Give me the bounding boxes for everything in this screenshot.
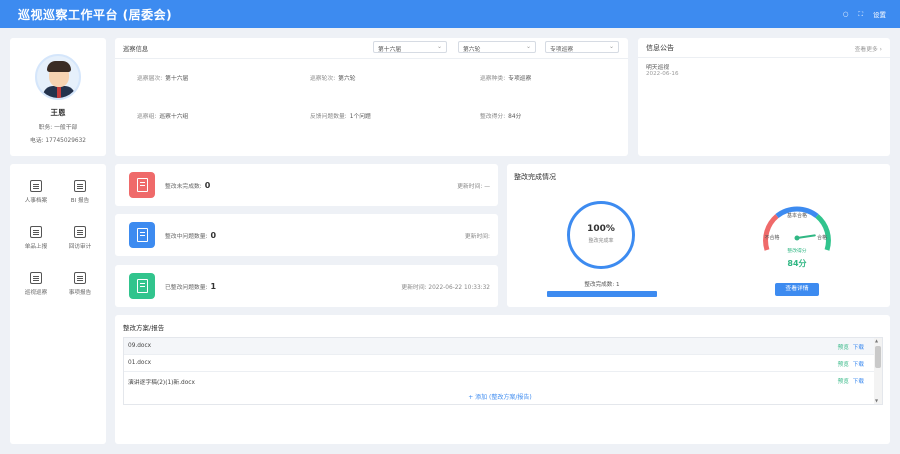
file-icon: [30, 272, 42, 284]
stat-rectified: 已整改问题数量: 1 更新时间: 2022-06-22 10:33:32: [115, 265, 498, 307]
session-select[interactable]: 第十六届 ⌄: [373, 41, 447, 53]
user-phone: 电话: 17745029632: [30, 138, 86, 144]
list-item: 09.docx 预览 下载: [124, 338, 876, 355]
download-link[interactable]: 下载: [853, 362, 864, 368]
notice-more-link[interactable]: 查看更多 ›: [855, 44, 882, 53]
stat-unfinished-value: 0: [204, 181, 211, 190]
list-item: 演讲逐字稿(2)(1)新.docx 预览 下载: [124, 372, 876, 389]
field-round: 巡察轮次: 第六轮: [310, 76, 356, 82]
audit-icon: [74, 226, 86, 238]
refresh-icon[interactable]: ○: [843, 10, 849, 18]
gauge-svg: 基本合格 不合格 合格 整改得分: [763, 206, 831, 254]
rectification-title: 整改完成情况: [514, 173, 556, 181]
person-icon: [74, 272, 86, 284]
completed-count: 整改完成数: 1: [584, 282, 620, 288]
field-session: 巡察届次: 第十六届: [137, 76, 189, 82]
file-name[interactable]: 01.docx: [128, 360, 151, 366]
download-link[interactable]: 下载: [853, 345, 864, 351]
gauge-needle: [796, 234, 816, 239]
stat-unfinished-time: 更新时间: —: [457, 184, 490, 190]
completion-label: 整改完成率: [588, 238, 614, 244]
header-tools: ○ ⛶ 设置: [843, 9, 886, 20]
gauge-label-top: 基本合格: [787, 212, 807, 219]
inspection-info-card: 巡察信息 第十六届 ⌄ 第六轮 ⌄ 专项巡察 ⌄ 巡察届次: 第十六届 巡察轮次: 第六轮…: [115, 38, 628, 156]
menu-item-personnel[interactable]: 人事档案: [16, 180, 56, 204]
gauge-score: 84分: [787, 259, 807, 268]
chevron-right-icon: ›: [879, 47, 882, 53]
stat-unfinished: 整改未完成数: 0 更新时间: —: [115, 164, 498, 206]
gauge-label-sub: 整改得分: [787, 247, 806, 254]
fullscreen-icon[interactable]: ⛶: [858, 10, 863, 19]
view-detail-button[interactable]: 查看详情: [775, 283, 819, 296]
plans-title: 整改方案/报告: [123, 324, 165, 332]
scroll-down-icon: ▼: [875, 398, 879, 403]
file-list: 09.docx 预览 下载 01.docx 预览 下载 演讲逐字稿(2)(1)新.d…: [123, 337, 883, 405]
inspection-title: 巡察信息: [123, 46, 149, 53]
report-icon: [74, 180, 86, 192]
notice-title: 信息公告: [646, 44, 674, 52]
field-issues: 反馈问题数量: 1个问题: [310, 114, 371, 120]
list-item: 01.docx 预览 下载: [124, 355, 876, 372]
field-type: 巡察种类: 专项巡察: [480, 76, 532, 82]
top-bar: 巡视巡察工作平台 (居委会) ○ ⛶ 设置: [0, 0, 900, 28]
scroll-up-icon: ▲: [875, 338, 879, 343]
preview-link[interactable]: 预览: [838, 345, 849, 351]
preview-link[interactable]: 预览: [838, 362, 849, 368]
round-select[interactable]: 第六轮 ⌄: [458, 41, 536, 53]
quick-menu: 人事档案 BI 报告 单品上报 回访审计 巡视巡察 事项报告: [10, 164, 106, 444]
menu-item-bi-report[interactable]: BI 报告: [60, 180, 100, 204]
preview-link[interactable]: 预览: [838, 379, 849, 385]
field-group: 巡察组: 巡察十六组: [137, 114, 189, 120]
stat-rectified-icon: [129, 273, 155, 299]
scrollbar[interactable]: ▲ ▼: [874, 338, 882, 404]
menu-item-matters[interactable]: 事项报告: [60, 272, 100, 296]
stat-rectified-time: 更新时间: 2022-06-22 10:33:32: [401, 285, 490, 291]
user-position: 职务: 一般干部: [38, 125, 78, 131]
file-name[interactable]: 演讲逐字稿(2)(1)新.docx: [128, 377, 195, 386]
menu-item-audit[interactable]: 回访审计: [60, 226, 100, 250]
score-gauge: 基本合格 不合格 合格 整改得分 84分 查看详情: [755, 194, 839, 296]
stat-in-progress: 整改中问题数量: 0 更新时间:: [115, 214, 498, 256]
chevron-down-icon: ⌄: [436, 43, 442, 50]
stat-unfinished-icon: [129, 172, 155, 198]
type-select[interactable]: 专项巡察 ⌄: [545, 41, 619, 53]
document-icon: [30, 180, 42, 192]
settings-menu[interactable]: 设置: [873, 9, 886, 19]
user-name: 王恩: [50, 108, 66, 117]
avatar: [35, 54, 81, 100]
completion-percent: 100%: [587, 224, 615, 234]
chevron-down-icon: ⌄: [525, 43, 531, 50]
stat-in-progress-time: 更新时间:: [464, 234, 490, 240]
notice-item-date: 2022-06-16: [646, 71, 679, 77]
download-link[interactable]: 下载: [853, 379, 864, 385]
chevron-down-icon: ⌄: [608, 43, 614, 50]
completion-ring: 100% 整改完成率: [567, 201, 635, 269]
file-name[interactable]: 09.docx: [128, 343, 151, 349]
menu-item-item-report[interactable]: 单品上报: [16, 226, 56, 250]
field-score: 整改得分: 84分: [480, 114, 522, 120]
notice-card: 信息公告 查看更多 › 明天巡视 2022-06-16: [638, 38, 890, 156]
plans-card: 整改方案/报告 09.docx 预览 下载 01.docx 预览 下载 演讲逐字稿(…: [115, 315, 890, 444]
app-title: 巡视巡察工作平台 (居委会): [18, 8, 173, 22]
stat-rectified-value: 1: [210, 282, 217, 291]
menu-item-inspection[interactable]: 巡视巡察: [16, 272, 56, 296]
gauge-label-right: 合格: [817, 234, 827, 241]
stat-in-progress-value: 0: [210, 231, 217, 240]
profile-card: 王恩 职务: 一般干部 电话: 17745029632: [10, 38, 106, 156]
list-icon: [30, 226, 42, 238]
add-plan-button[interactable]: + 添加 (整改方案/报告): [124, 392, 876, 401]
stat-in-progress-icon: [129, 222, 155, 248]
completion-bar: [547, 291, 657, 297]
scrollbar-thumb: [875, 346, 881, 368]
gauge-label-left: 不合格: [764, 234, 779, 241]
notice-item-title[interactable]: 明天巡视: [646, 62, 669, 71]
rectification-card: 整改完成情况 100% 整改完成率 整改完成数: 1 基本合格 不合格 合格 整…: [507, 164, 890, 307]
